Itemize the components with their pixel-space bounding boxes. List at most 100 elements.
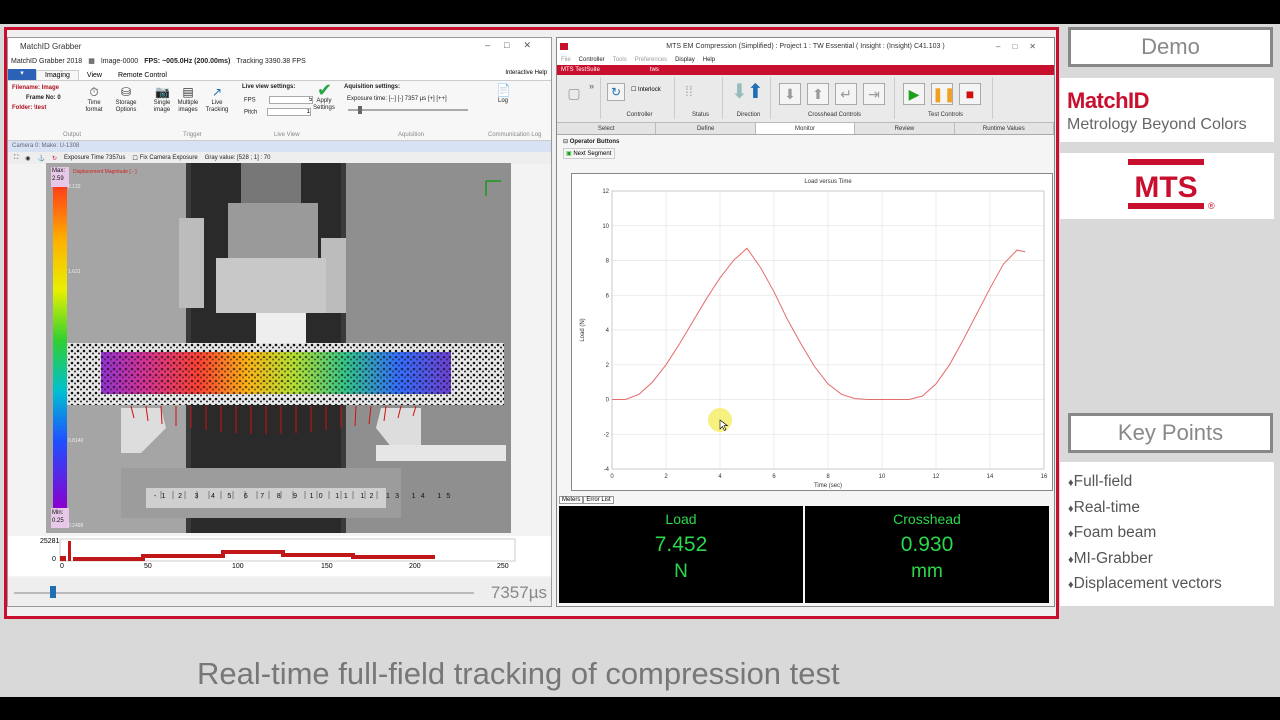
interlock-checkbox[interactable]: ☐ Interlock [631, 86, 661, 93]
image-name: Image-0000 [100, 57, 139, 65]
time-format-button[interactable]: ⏱ Time format [81, 85, 107, 114]
grid-icon[interactable]: ▦ [88, 57, 95, 65]
toolbar-group-test-controls: ▶ ❚❚ ■ Test Controls [899, 77, 993, 119]
tab-imaging[interactable]: Imaging [36, 70, 79, 80]
refresh-icon[interactable]: ↻ [52, 155, 57, 162]
letterbox-bottom [0, 697, 1280, 720]
expand-icon[interactable]: ⛶ [14, 155, 18, 162]
status-grid-icon[interactable]: ⁞⁞ [685, 83, 693, 99]
tab-select[interactable]: Select [557, 123, 657, 134]
pause-button[interactable]: ❚❚ [931, 83, 955, 105]
y-tick-label: -2 [604, 432, 610, 438]
pitch-field[interactable]: Pitch [244, 108, 312, 116]
menu-file[interactable]: File [561, 55, 571, 65]
toolbar-group-crosshead: ⬇ ⬆ ↵ ⇥ Crosshead Controls [775, 77, 895, 119]
group-live-view: Live View [274, 132, 300, 138]
menu-tools[interactable]: Tools [613, 55, 627, 65]
meter-crosshead-value: 0.930 [900, 533, 954, 556]
key-point-item: MI-Grabber [1068, 550, 1274, 576]
folder-label[interactable]: Folder: \test [12, 105, 46, 111]
tab-error-list[interactable]: Error List [583, 496, 614, 504]
hist-tick-200: 200 [409, 563, 421, 570]
colorbar-title: Displacement Magnitude [ - ] [73, 169, 137, 175]
tab-runtime-values[interactable]: Runtime Values [955, 123, 1054, 134]
frame-label: Frame No: 0 [26, 95, 61, 101]
tab-meters[interactable]: Meters [559, 496, 584, 504]
anchor-icon[interactable]: ⚓ [37, 155, 44, 162]
fps-field[interactable]: FPS [244, 96, 314, 104]
pitch-input[interactable] [267, 108, 312, 116]
play-button[interactable]: ▶ [903, 83, 925, 105]
fps-input[interactable] [269, 96, 314, 104]
fix-camera-checkbox[interactable]: ☐ [132, 155, 137, 162]
storage-options-button[interactable]: ⛁ Storage Options [111, 85, 141, 114]
reset-button[interactable]: ↻ [607, 83, 625, 101]
mts-logo: MTS ® [1060, 153, 1274, 219]
key-points-title: Key Points [1068, 413, 1273, 453]
menu-preferences[interactable]: Preferences [635, 55, 667, 65]
exposure-control[interactable]: Exposure time: [--] [-] 7357 µs [+] [++] [347, 96, 447, 102]
menu-help[interactable]: Help [703, 55, 715, 65]
crosshead-up-button[interactable]: ⬆ [807, 83, 829, 105]
crosshead-skip-button[interactable]: ⇥ [863, 83, 885, 105]
record-icon[interactable]: ◉ [25, 155, 30, 162]
x-tick-label: 4 [718, 474, 722, 480]
stop-button[interactable]: ■ [959, 83, 981, 105]
x-tick-label: 8 [826, 474, 830, 480]
matchid-grabber-window: MatchID Grabber –□✕ MatchID Grabber 2018… [7, 37, 552, 607]
tab-define[interactable]: Define [656, 123, 756, 134]
mts-testsuite-window: MTS EM Compression (Simplified) : Projec… [556, 37, 1055, 607]
testsuite-label: MTS TestSuite [561, 67, 600, 73]
log-button[interactable]: 📄 Log [491, 83, 515, 105]
exposure-slider-thumb[interactable] [358, 106, 362, 114]
multiple-images-button[interactable]: ▤ Multiple images [175, 85, 201, 114]
arrow-up-icon[interactable]: ⬆ [747, 79, 764, 104]
camera-bar: Camera 0: Make: U-1308 [8, 141, 551, 152]
y-tick-label: -4 [604, 467, 610, 473]
crosshead-down-button[interactable]: ⬇ [779, 83, 801, 105]
live-tracking-button[interactable]: ↗ Live Tracking [204, 85, 230, 114]
exposure-slider[interactable] [348, 106, 468, 114]
document-icon[interactable]: ▢ [563, 83, 585, 105]
tab-view[interactable]: View [79, 71, 110, 80]
camera-image[interactable]: Max: 2.59 Displacement Magnitude [ - ] 2… [46, 163, 511, 533]
y-tick-label: 6 [606, 293, 610, 299]
next-segment-button[interactable]: ▣ Next Segment [563, 148, 615, 159]
arrow-down-icon[interactable]: ⬇ [731, 79, 748, 104]
tab-monitor[interactable]: Monitor [755, 123, 856, 134]
expand-arrows-icon[interactable]: » [589, 81, 594, 91]
tab-review[interactable]: Review [855, 123, 955, 134]
menu-controller[interactable]: Controller [579, 55, 605, 65]
colorbar-tick-4: 0.2499 [68, 523, 84, 529]
slider-thumb[interactable] [50, 586, 56, 598]
group-controller: Controller [626, 112, 653, 118]
y-tick-label: 4 [606, 328, 610, 334]
y-tick-label: 10 [602, 224, 609, 230]
hist-max: 25281 [40, 538, 60, 545]
exposure-bottom-slider[interactable]: 7357µs [8, 578, 551, 606]
y-tick-label: 0 [606, 398, 610, 404]
aquisition-settings-label: Aquisition settings: [344, 84, 400, 90]
log-icon: 📄 [496, 83, 511, 97]
version-label: MatchID Grabber 2018 [11, 57, 83, 65]
status-line: MatchID Grabber 2018 ▦ Image-0000 FPS: ~… [8, 54, 551, 68]
hist-tick-250: 250 [497, 563, 509, 570]
single-image-button[interactable]: 📷 Single image [151, 85, 173, 114]
meter-crosshead-title: Crosshead [893, 511, 961, 527]
main-tabs: Select Define Monitor Review Runtime Val… [557, 123, 1054, 135]
images-icon: ▤ [182, 85, 194, 99]
colorbar-max-label: Max: [52, 168, 66, 174]
tab-remote-control[interactable]: Remote Control [110, 71, 175, 80]
menu-display[interactable]: Display [675, 55, 695, 65]
interactive-help[interactable]: Interactive Help [505, 70, 547, 76]
window-controls[interactable]: –□✕ [485, 40, 545, 51]
database-icon: ⛁ [120, 85, 132, 99]
window-title: MTS EM Compression (Simplified) : Projec… [666, 43, 945, 50]
crosshead-return-button[interactable]: ↵ [835, 83, 857, 105]
apply-settings-button[interactable]: ✔ Apply Settings [310, 81, 338, 112]
slider-track[interactable] [14, 592, 474, 594]
window-controls[interactable]: –□✕ [996, 38, 1048, 55]
file-menu-button[interactable]: ▾ [8, 69, 36, 80]
filename-label[interactable]: Filename: Image [12, 85, 59, 91]
operator-buttons-header[interactable]: ⊟ Operator Buttons [557, 135, 1054, 148]
